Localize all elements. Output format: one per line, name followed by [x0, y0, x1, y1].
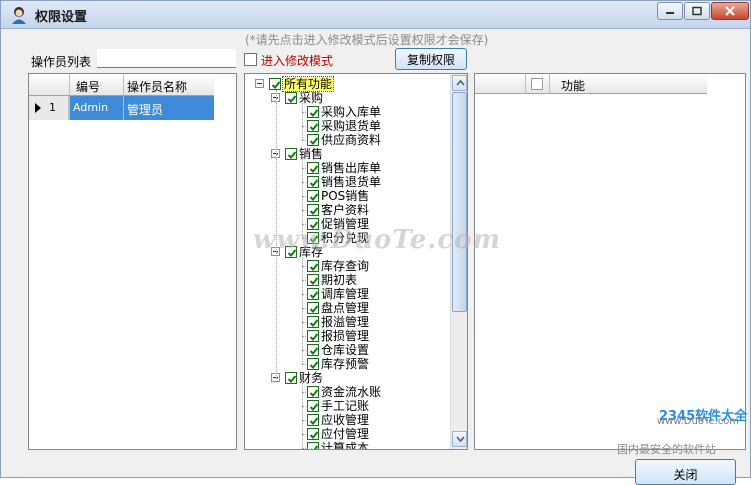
select-all-checkbox[interactable] — [531, 78, 543, 90]
permission-checkbox[interactable] — [307, 302, 319, 314]
close-window-button[interactable] — [711, 2, 749, 20]
permission-checkbox[interactable] — [307, 134, 319, 146]
operator-filter-input[interactable] — [97, 49, 236, 68]
tree-node-label: 调库管理 — [321, 287, 370, 301]
operator-grid-header: 编号 操作员名称 — [29, 74, 214, 96]
permission-checkbox[interactable] — [307, 330, 319, 342]
row-number: 1 — [49, 101, 56, 114]
tree-connector — [302, 255, 303, 364]
permission-checkbox[interactable] — [307, 414, 319, 426]
permission-checkbox[interactable] — [307, 204, 319, 216]
minimize-icon — [666, 12, 674, 14]
tree-connector — [276, 98, 280, 99]
edit-mode-label[interactable]: 进入修改模式 — [261, 52, 333, 69]
tree-node-label: 报损管理 — [321, 329, 370, 343]
title-bar: 权限设置 — [1, 1, 750, 29]
tree-node-label: 销售出库单 — [321, 161, 382, 175]
function-list-header: 功能 — [475, 74, 707, 94]
permission-checkbox[interactable] — [307, 400, 319, 412]
tree-node-label: 库存查询 — [321, 259, 370, 273]
minimize-button[interactable] — [657, 2, 683, 20]
tree-node-label: 供应商资料 — [321, 133, 382, 147]
header-divider — [549, 74, 550, 94]
cell-name-text: 管理员 — [127, 103, 164, 117]
slogan-watermark: 国内最安全的软件站 — [617, 443, 716, 456]
permission-checkbox[interactable] — [307, 344, 319, 356]
permission-checkbox[interactable] — [307, 358, 319, 370]
permission-checkbox[interactable] — [307, 162, 319, 174]
permission-checkbox[interactable] — [307, 386, 319, 398]
cell-code-text: Admin — [73, 101, 109, 114]
chevron-up-icon — [456, 79, 465, 86]
cell-name[interactable]: 管理员 — [124, 96, 214, 120]
permission-checkbox[interactable] — [307, 176, 319, 188]
cell-code[interactable]: Admin — [70, 96, 123, 120]
permission-checkbox[interactable] — [307, 260, 319, 272]
current-row-arrow-icon — [35, 103, 41, 113]
hint-text: (*请先点击进入修改模式后设置权限才会保存) — [245, 33, 489, 47]
permission-checkbox[interactable] — [307, 106, 319, 118]
tree-scrollbar[interactable] — [450, 74, 467, 449]
tree-connector — [276, 154, 280, 155]
maximize-button[interactable] — [684, 2, 710, 20]
scroll-up-button[interactable] — [452, 75, 467, 91]
permission-checkbox[interactable] — [307, 274, 319, 286]
window-title: 权限设置 — [35, 10, 88, 25]
permission-tree: 所有功能 采购 采购入库单 采购退货单 供应商资料 销售 销售出库单 销售退货单 POS销售 客户… — [244, 73, 468, 450]
permission-checkbox[interactable] — [307, 442, 319, 449]
header-divider — [525, 74, 526, 94]
permission-checkbox[interactable] — [269, 78, 281, 90]
tree-node-label: 客户资料 — [321, 203, 370, 217]
operator-list-label: 操作员列表 — [31, 55, 92, 69]
tree-node-label: 采购入库单 — [321, 105, 382, 119]
permission-checkbox[interactable] — [307, 288, 319, 300]
tree-node-label: 应付管理 — [321, 427, 370, 441]
permission-checkbox[interactable] — [307, 428, 319, 440]
tree-connector — [302, 381, 303, 448]
close-button[interactable]: 关闭 — [635, 459, 736, 485]
scroll-down-button[interactable] — [452, 431, 467, 447]
tree-node-label: 仓库设置 — [321, 343, 370, 357]
tree-node-label: 应收管理 — [321, 413, 370, 427]
scroll-thumb[interactable] — [452, 92, 467, 312]
permission-checkbox[interactable] — [307, 316, 319, 328]
maximize-icon — [692, 6, 702, 16]
operator-grid: 编号 操作员名称 1 Admin 管理员 — [28, 73, 237, 450]
tree-node-label: 库存预警 — [321, 357, 370, 371]
permission-checkbox[interactable] — [285, 372, 297, 384]
tree-node-label: 期初表 — [321, 273, 358, 287]
copy-permissions-button[interactable]: 复制权限 — [395, 48, 467, 70]
permission-checkbox[interactable] — [285, 92, 297, 104]
user-avatar-icon — [12, 7, 26, 24]
corner-watermark: www.DuoTe.com — [657, 416, 740, 427]
collapse-toggle-icon[interactable] — [255, 79, 264, 88]
permission-settings-window: 权限设置 (*请先点击进入修改模式后设置权限才会保存) 操作员列表 进入修改模式… — [0, 0, 751, 485]
function-list: 功能 — [474, 73, 746, 450]
tree-node-label: 所有功能 — [281, 76, 335, 92]
permission-checkbox[interactable] — [285, 148, 297, 160]
table-row[interactable]: 1 Admin 管理员 — [29, 96, 214, 120]
tree-node-label: 盘点管理 — [321, 301, 370, 315]
function-column-header[interactable]: 功能 — [561, 77, 585, 94]
tree-node-label: 采购退货单 — [321, 119, 382, 133]
tree-node-label: 计算成本 — [321, 441, 370, 450]
tree-node-label: 资金流水账 — [321, 385, 382, 399]
tree-node-label: 报溢管理 — [321, 315, 370, 329]
permission-checkbox[interactable] — [307, 190, 319, 202]
tree-node-label: 销售退货单 — [321, 175, 382, 189]
close-icon — [725, 6, 735, 16]
tree-node-label: POS销售 — [321, 189, 370, 203]
tree-connector — [276, 378, 280, 379]
watermark-text: www.DuoTe.com — [253, 225, 502, 255]
row-indicator: 1 — [29, 96, 69, 120]
tree-node-label: 手工记账 — [321, 399, 370, 413]
tree-connector — [302, 101, 303, 140]
edit-mode-checkbox[interactable] — [244, 53, 257, 66]
column-header-name[interactable]: 操作员名称 — [127, 78, 187, 95]
column-header-code[interactable]: 编号 — [76, 78, 100, 95]
permission-checkbox[interactable] — [307, 120, 319, 132]
chevron-down-icon — [456, 436, 465, 443]
